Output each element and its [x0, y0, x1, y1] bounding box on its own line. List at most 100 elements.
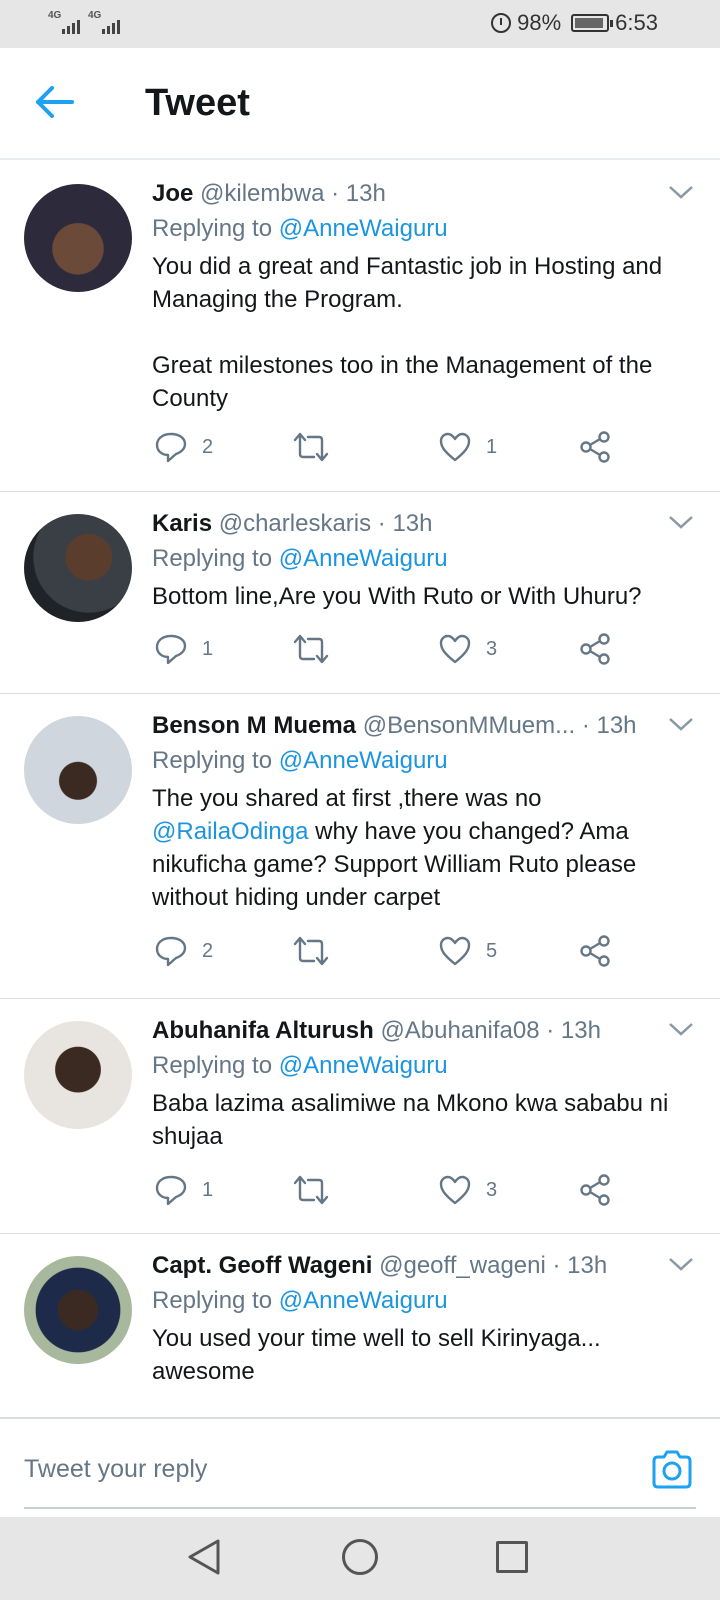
reply-feed[interactable]: Joe @kilembwa · 13h Replying to @AnneWai… [0, 162, 720, 1417]
tweet-item[interactable]: Abuhanifa Alturush @Abuhanifa08 · 13h Re… [0, 999, 720, 1234]
avatar[interactable] [24, 184, 132, 292]
data-saver-icon [491, 13, 512, 33]
signal-strength-icon [102, 14, 120, 34]
inline-mention[interactable]: @RailaOdinga [152, 818, 308, 845]
page-title: Tweet [145, 82, 250, 124]
reply-count: 1 [202, 637, 214, 660]
retweet-icon [293, 634, 329, 664]
replying-to-label: Replying to [152, 1052, 279, 1079]
share-button[interactable] [578, 1173, 612, 1207]
replying-to: Replying to @AnneWaiguru [152, 1284, 690, 1318]
tweet-item[interactable]: Capt. Geoff Wageni @geoff_wageni · 13h R… [0, 1234, 720, 1417]
reply-input-underline [24, 1507, 696, 1509]
share-icon [580, 633, 610, 665]
reply-button[interactable]: 2 [154, 934, 213, 968]
avatar[interactable] [24, 1021, 132, 1129]
author-name[interactable]: Karis [152, 510, 212, 537]
like-icon [439, 432, 471, 462]
avatar[interactable] [24, 716, 132, 824]
chevron-down-icon[interactable] [666, 512, 696, 532]
retweet-button[interactable] [292, 632, 330, 666]
nav-home-icon[interactable] [342, 1539, 378, 1575]
retweet-icon [293, 936, 329, 966]
replying-to-label: Replying to [152, 545, 279, 572]
author-handle[interactable]: @Abuhanifa08 [380, 1017, 539, 1044]
tweet-time: · 13h [377, 510, 433, 537]
nav-back-icon[interactable] [186, 1537, 222, 1577]
retweet-button[interactable] [292, 934, 330, 968]
author-handle[interactable]: @geoff_wageni [379, 1252, 546, 1279]
retweet-icon [293, 432, 329, 462]
replying-to-mention[interactable]: @AnneWaiguru [279, 1052, 448, 1079]
tweet-actions: 1 3 [152, 1173, 632, 1213]
chevron-down-icon[interactable] [666, 1254, 696, 1274]
replying-to-mention[interactable]: @AnneWaiguru [279, 215, 448, 242]
author-name[interactable]: Joe [152, 180, 193, 207]
author-name[interactable]: Abuhanifa Alturush [152, 1017, 374, 1044]
camera-icon[interactable] [650, 1447, 694, 1491]
tweet-time: · 13h [331, 180, 386, 207]
replying-to-label: Replying to [152, 1287, 279, 1314]
replying-to-mention[interactable]: @AnneWaiguru [279, 1287, 448, 1314]
reply-icon [155, 432, 187, 463]
share-button[interactable] [578, 430, 612, 464]
tweet-item[interactable]: Joe @kilembwa · 13h Replying to @AnneWai… [0, 162, 720, 492]
reply-count: 1 [202, 1178, 214, 1201]
tweet-actions: 2 5 [152, 934, 632, 974]
tweet-text-part: The you shared at first ,there was no [152, 785, 549, 812]
tweet-text: Bottom line,Are you With Ruto or With Uh… [152, 583, 642, 610]
signal-label-1: 4G [48, 10, 62, 21]
share-button[interactable] [578, 934, 612, 968]
chevron-down-icon[interactable] [666, 182, 696, 202]
avatar[interactable] [24, 1256, 132, 1364]
battery-icon [571, 14, 614, 32]
battery-percent: 98% [517, 10, 562, 35]
reply-count: 2 [202, 435, 214, 458]
retweet-button[interactable] [292, 430, 330, 464]
reply-button[interactable]: 1 [154, 632, 213, 666]
nav-recents-icon[interactable] [496, 1541, 528, 1573]
tweet-text: You did a great and Fantastic job in Hos… [152, 253, 663, 412]
tweet-time: · 13h [546, 1017, 601, 1044]
like-button[interactable]: 3 [438, 1173, 497, 1207]
tweet-actions: 1 3 [152, 632, 632, 672]
chevron-down-icon[interactable] [666, 714, 696, 734]
top-app-bar: Tweet [0, 48, 720, 160]
replying-to: Replying to @AnneWaiguru [152, 542, 690, 576]
reply-icon [155, 936, 187, 967]
reply-composer[interactable]: Tweet your reply [0, 1417, 720, 1517]
author-handle[interactable]: @kilembwa [200, 180, 324, 207]
like-count: 3 [486, 637, 498, 660]
reply-button[interactable]: 2 [154, 430, 213, 464]
tweet-text: Baba lazima asalimiwe na Mkono kwa sabab… [152, 1090, 675, 1150]
share-icon [580, 1174, 610, 1206]
like-icon [439, 936, 471, 966]
share-button[interactable] [578, 632, 612, 666]
like-button[interactable]: 1 [438, 430, 497, 464]
like-button[interactable]: 3 [438, 632, 497, 666]
author-handle[interactable]: @charleskaris [219, 510, 371, 537]
status-bar: 4G 4G 98% 6:53 [0, 0, 720, 48]
back-arrow-icon[interactable] [30, 80, 80, 124]
tweet-item[interactable]: Karis @charleskaris · 13h Replying to @A… [0, 492, 720, 694]
author-handle[interactable]: @BensonMMuem... [363, 712, 575, 739]
tweet-item[interactable]: Benson M Muema @BensonMMuem... · 13h Rep… [0, 694, 720, 999]
tweet-text: The you shared at first ,there was no @R… [152, 782, 690, 914]
like-button[interactable]: 5 [438, 934, 497, 968]
status-time: 6:53 [615, 10, 658, 35]
replying-to-mention[interactable]: @AnneWaiguru [279, 747, 448, 774]
tweet-time: · 13h [552, 1252, 608, 1279]
avatar[interactable] [24, 514, 132, 622]
author-name[interactable]: Benson M Muema [152, 712, 356, 739]
author-name[interactable]: Capt. Geoff Wageni [152, 1252, 372, 1279]
system-nav-bar [0, 1517, 720, 1600]
replying-to-label: Replying to [152, 747, 279, 774]
reply-input[interactable]: Tweet your reply [24, 1455, 207, 1484]
reply-icon [155, 634, 187, 665]
reply-button[interactable]: 1 [154, 1173, 213, 1207]
chevron-down-icon[interactable] [666, 1019, 696, 1039]
replying-to-mention[interactable]: @AnneWaiguru [279, 545, 448, 572]
tweet-text: You used your time well to sell Kirinyag… [152, 1325, 608, 1385]
retweet-button[interactable] [292, 1173, 330, 1207]
signal-label-2: 4G [88, 10, 102, 21]
